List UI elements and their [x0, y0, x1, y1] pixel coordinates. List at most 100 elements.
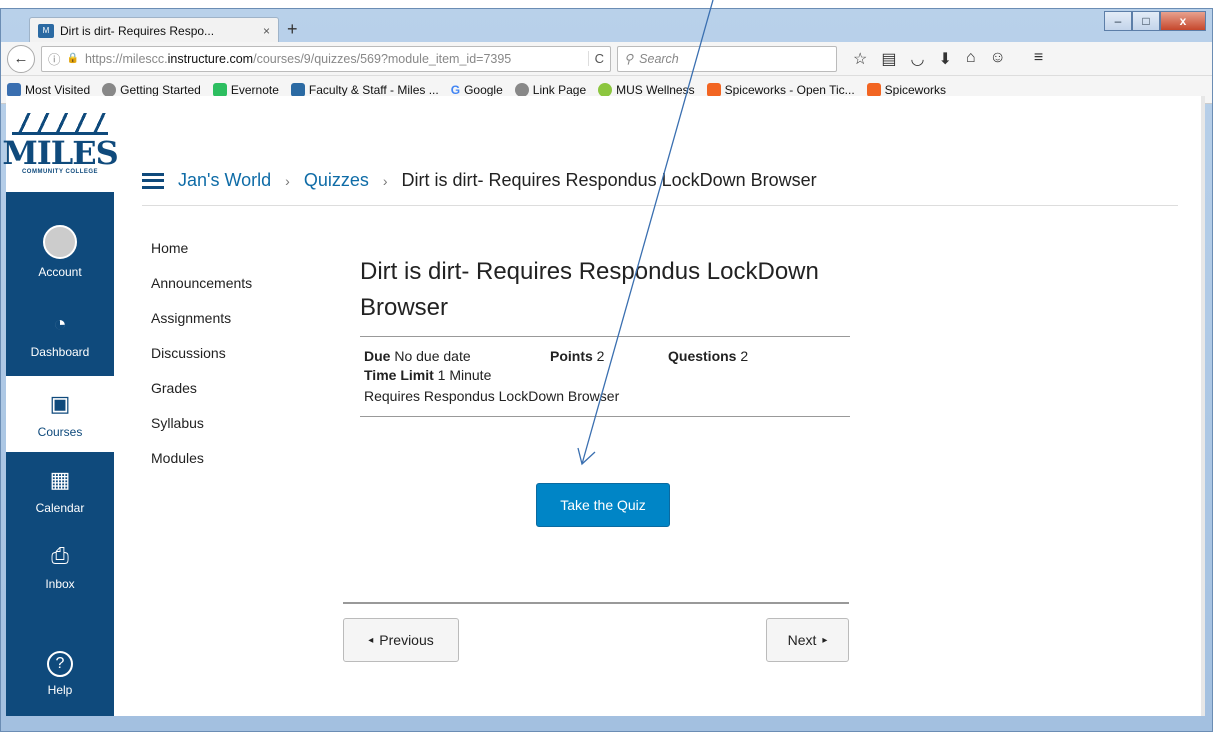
- close-window-button[interactable]: x: [1160, 11, 1206, 31]
- points-value: 2: [596, 348, 605, 364]
- minimize-button[interactable]: –: [1104, 11, 1132, 31]
- breadcrumb: Jan's World › Quizzes › Dirt is dirt- Re…: [142, 156, 1178, 206]
- previous-button[interactable]: ◂ Previous: [343, 618, 459, 662]
- help-icon: ?: [47, 651, 73, 677]
- maximize-button[interactable]: □: [1132, 11, 1160, 31]
- quiz-meta-row: Due No due date Points 2 Questions 2: [364, 347, 846, 366]
- menu-icon[interactable]: ≡: [1034, 49, 1043, 69]
- inbox-icon: ⎙: [51, 543, 69, 568]
- bookmark-item[interactable]: Faculty & Staff - Miles ...: [290, 82, 439, 97]
- next-button[interactable]: Next ▸: [766, 618, 849, 662]
- logo-graphic: [12, 113, 108, 135]
- bookmark-label: Spiceworks - Open Tic...: [724, 82, 855, 97]
- courses-icon: ▣: [49, 391, 71, 416]
- course-navigation: Home Announcements Assignments Discussio…: [151, 240, 252, 466]
- global-nav-help[interactable]: ? Help: [6, 636, 114, 712]
- globe-icon: [102, 82, 117, 97]
- url-bar[interactable]: ⓘ 🔒 https://milescc.instructure.com/cour…: [41, 45, 611, 72]
- bookmark-label: MUS Wellness: [616, 82, 695, 97]
- chevron-left-icon: ◂: [368, 634, 374, 646]
- quiz-time-limit: Time Limit 1 Minute: [364, 366, 846, 385]
- questions-label: Questions: [668, 348, 737, 364]
- global-nav-calendar[interactable]: ▦ Calendar: [6, 452, 114, 528]
- bookmark-label: Evernote: [230, 82, 279, 97]
- bookmark-item[interactable]: Most Visited: [7, 82, 90, 97]
- breadcrumb-separator: ›: [382, 172, 388, 189]
- pager-divider: [343, 602, 849, 604]
- dashboard-icon: ◔: [53, 311, 67, 336]
- course-nav-discussions[interactable]: Discussions: [151, 345, 252, 361]
- google-icon: G: [450, 82, 461, 97]
- pocket-icon[interactable]: ◡: [910, 49, 924, 69]
- lock-icon: 🔒: [66, 53, 79, 64]
- questions-value: 2: [740, 348, 749, 364]
- global-nav-label: Account: [38, 265, 82, 279]
- course-nav-announcements[interactable]: Announcements: [151, 275, 252, 291]
- avatar: [43, 225, 77, 259]
- tab-title: Dirt is dirt- Requires Respo...: [60, 23, 215, 38]
- new-tab-button[interactable]: +: [287, 19, 298, 40]
- bookmark-item[interactable]: Spiceworks - Open Tic...: [706, 82, 855, 97]
- wellness-icon: [598, 82, 613, 97]
- bookmark-label: Spiceworks: [884, 82, 947, 97]
- back-button[interactable]: ←: [7, 44, 35, 73]
- next-label: Next: [787, 632, 817, 648]
- reading-list-icon[interactable]: ▤: [881, 49, 896, 69]
- global-nav-inbox[interactable]: ⎙ Inbox: [6, 528, 114, 604]
- global-nav-courses[interactable]: ▣ Courses: [6, 376, 114, 452]
- bookmark-label: Getting Started: [120, 82, 201, 97]
- url-path: /courses/9/quizzes/569?module_item_id=73…: [253, 51, 512, 66]
- home-icon[interactable]: ⌂: [966, 49, 976, 69]
- navigation-toolbar: ← ⓘ 🔒 https://milescc.instructure.com/co…: [1, 42, 1212, 76]
- scrollbar[interactable]: [1201, 96, 1205, 716]
- search-input[interactable]: ⚲ Search: [617, 45, 837, 72]
- bookmark-label: Google: [464, 82, 503, 97]
- college-logo[interactable]: MILES COMMUNITY COLLEGE: [2, 96, 119, 192]
- course-nav-home[interactable]: Home: [151, 240, 252, 256]
- miles-icon: [290, 82, 305, 97]
- hamburger-menu-icon[interactable]: [142, 172, 164, 189]
- url-prefix: https://milescc.: [84, 51, 168, 66]
- time-limit-label: Time Limit: [364, 367, 434, 383]
- download-icon[interactable]: ⬇: [938, 49, 951, 69]
- course-nav-grades[interactable]: Grades: [151, 380, 252, 396]
- bookmark-icon: [7, 82, 21, 97]
- chat-icon[interactable]: ☺: [990, 49, 1006, 69]
- course-nav-syllabus[interactable]: Syllabus: [151, 415, 252, 431]
- chevron-right-icon: ▸: [822, 634, 828, 646]
- canvas-page: MILES COMMUNITY COLLEGE Account ◔ Dashbo…: [2, 96, 1205, 716]
- spiceworks-icon: [706, 82, 721, 97]
- bookmark-item[interactable]: G Google: [451, 83, 503, 97]
- breadcrumb-separator: ›: [285, 172, 290, 189]
- bookmark-item[interactable]: Evernote: [212, 82, 279, 97]
- course-nav-modules[interactable]: Modules: [151, 450, 252, 466]
- reload-button[interactable]: C: [587, 51, 604, 66]
- star-icon[interactable]: ☆: [853, 49, 867, 69]
- tab-close-button[interactable]: ×: [263, 24, 270, 38]
- logo-subtitle: COMMUNITY COLLEGE: [21, 169, 99, 175]
- info-icon[interactable]: ⓘ: [48, 49, 61, 68]
- global-nav-account[interactable]: Account: [6, 214, 114, 290]
- bookmark-item[interactable]: Getting Started: [102, 82, 201, 97]
- points-label: Points: [550, 348, 593, 364]
- take-quiz-button[interactable]: Take the Quiz: [536, 483, 670, 527]
- spiceworks-icon: [866, 82, 881, 97]
- bookmark-item[interactable]: Link Page: [514, 82, 587, 97]
- search-icon: ⚲: [624, 52, 634, 66]
- quiz-title: Dirt is dirt- Requires Respondus LockDow…: [360, 254, 850, 337]
- breadcrumb-quizzes-link[interactable]: Quizzes: [304, 170, 369, 191]
- course-nav-assignments[interactable]: Assignments: [151, 310, 252, 326]
- global-nav-dashboard[interactable]: ◔ Dashboard: [6, 296, 114, 372]
- quiz-meta: Due No due date Points 2 Questions 2 Tim…: [360, 337, 850, 417]
- global-nav-label: Courses: [37, 425, 83, 439]
- quiz-points: Points 2: [550, 347, 668, 366]
- breadcrumb-course-link[interactable]: Jan's World: [178, 170, 271, 191]
- calendar-icon: ▦: [49, 467, 71, 492]
- window-controls: – □ x: [1104, 11, 1206, 31]
- bookmark-item[interactable]: MUS Wellness: [598, 82, 695, 97]
- canvas-favicon-icon: M: [38, 23, 54, 38]
- bookmark-label: Link Page: [532, 82, 587, 97]
- browser-tab[interactable]: M Dirt is dirt- Requires Respo... ×: [29, 17, 279, 43]
- bookmark-item[interactable]: Spiceworks: [866, 82, 947, 97]
- global-navigation: MILES COMMUNITY COLLEGE Account ◔ Dashbo…: [2, 96, 119, 716]
